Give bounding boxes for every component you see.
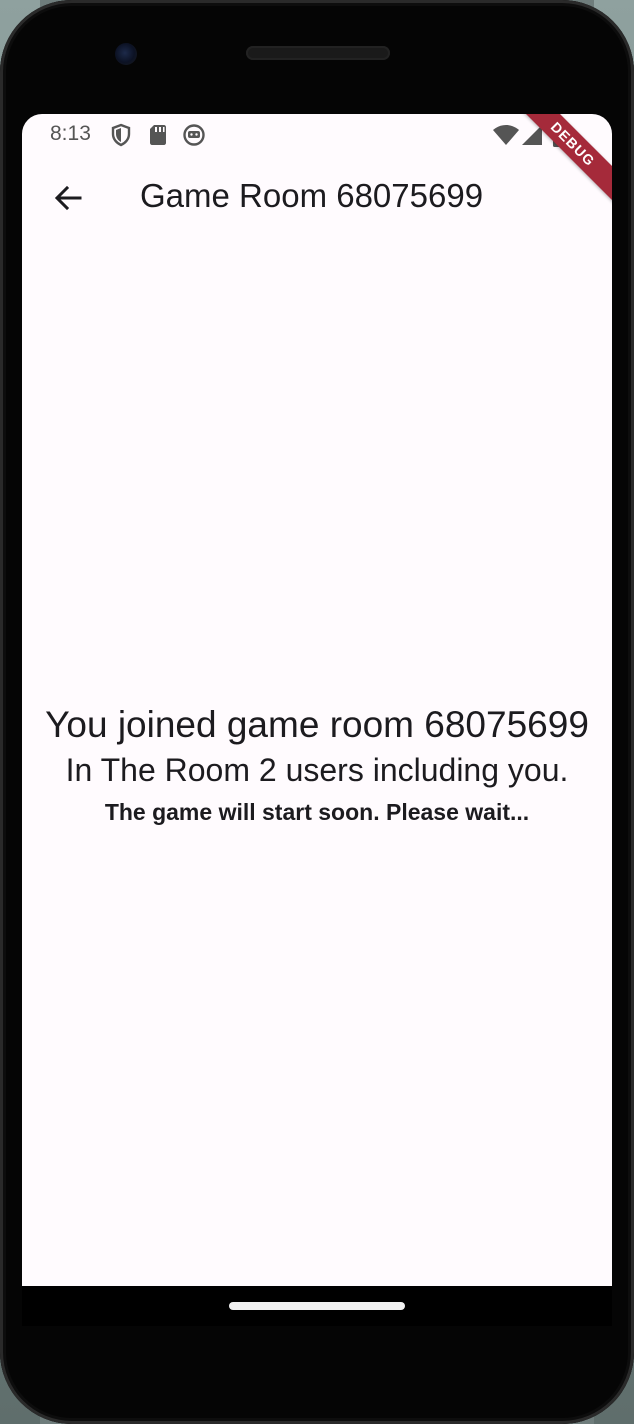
status-bar: 8:13 bbox=[22, 114, 612, 158]
page-title: Game Room 68075699 bbox=[140, 177, 484, 214]
screen: 8:13 Game Room 68075699 You joined game … bbox=[22, 114, 612, 1286]
sd-card-icon bbox=[149, 123, 167, 147]
phone-frame: 8:13 Game Room 68075699 You joined game … bbox=[0, 0, 634, 1424]
back-button[interactable] bbox=[46, 178, 90, 222]
robot-face-icon bbox=[182, 123, 206, 147]
status-time: 8:13 bbox=[50, 122, 91, 145]
room-status: You joined game room 68075699 In The Roo… bbox=[22, 702, 612, 832]
arrow-back-icon bbox=[53, 183, 83, 218]
joined-message: You joined game room 68075699 bbox=[45, 704, 589, 745]
wifi-icon bbox=[492, 124, 520, 148]
wait-message: The game will start soon. Please wait... bbox=[104, 799, 530, 825]
front-camera bbox=[115, 43, 137, 65]
shield-icon bbox=[110, 123, 132, 147]
app-bar: Game Room 68075699 bbox=[22, 158, 612, 242]
home-gesture-handle[interactable] bbox=[229, 1302, 405, 1310]
earpiece-speaker bbox=[246, 46, 390, 60]
users-count-message: In The Room 2 users including you. bbox=[65, 752, 569, 788]
